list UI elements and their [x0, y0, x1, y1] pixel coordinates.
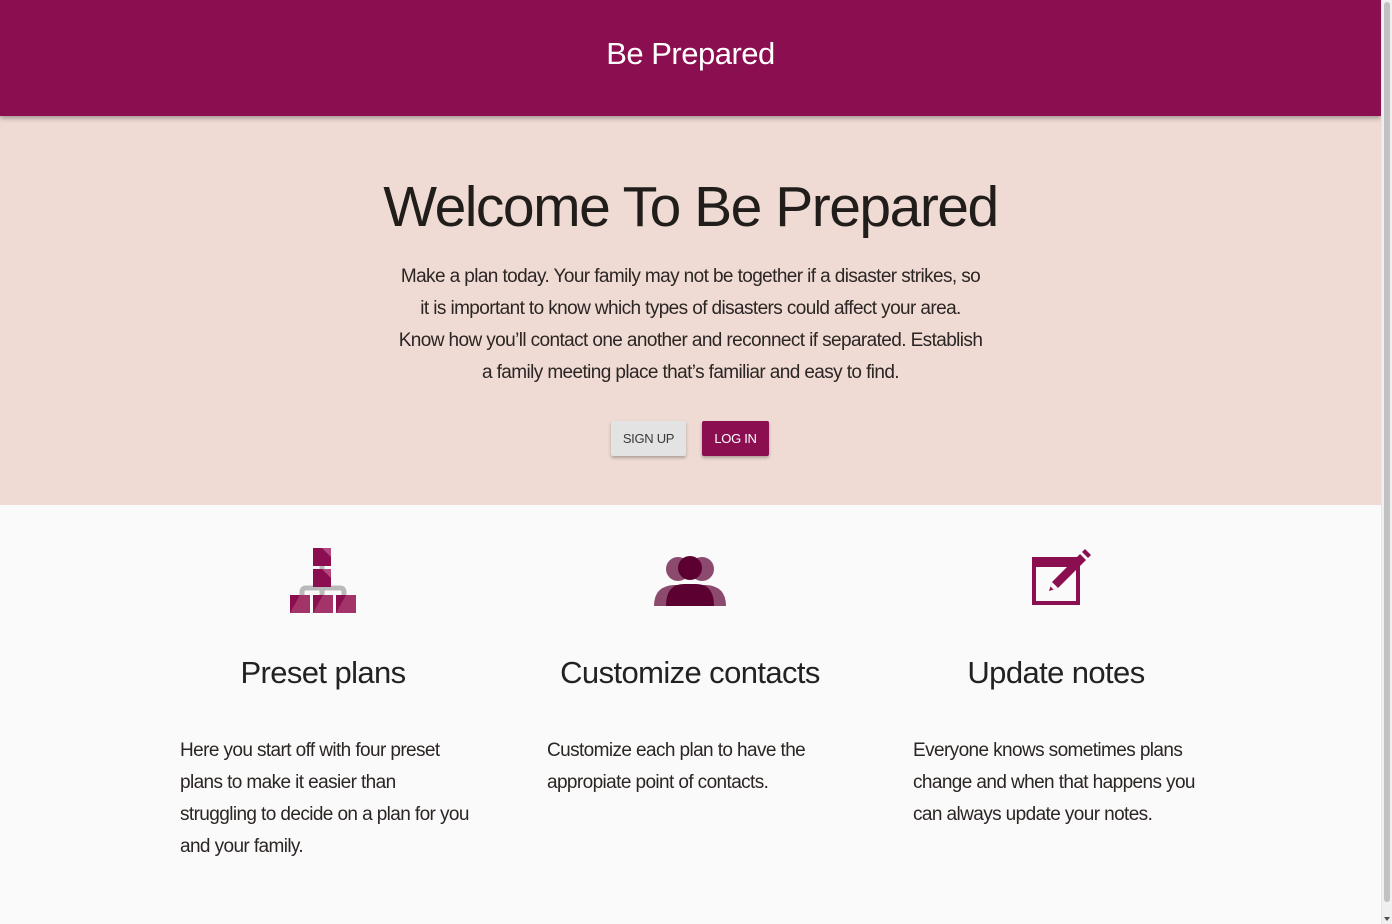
log-in-button[interactable]: Log in — [702, 421, 769, 456]
feature-text: Customize each plan to have the appropia… — [547, 740, 806, 793]
top-app-bar: Be Prepared — [0, 0, 1381, 116]
sign-up-button[interactable]: Sign up — [611, 421, 686, 456]
group-people-icon — [654, 556, 726, 606]
brand-title[interactable]: Be Prepared — [0, 36, 1381, 72]
feature-text: Here you start off with four preset plan… — [180, 740, 469, 857]
scrollbar-thumb[interactable] — [1384, 2, 1390, 902]
hierarchy-blocks-icon — [290, 548, 356, 613]
feature-title: Preset plans — [240, 655, 406, 690]
hero-title: Welcome To Be Prepared — [383, 175, 999, 239]
hero-section: Welcome To Be Prepared Make a plan today… — [0, 116, 1381, 505]
hero-description: Make a plan today. Your family may not b… — [398, 266, 983, 383]
page: Be Prepared Welcome To Be Prepared Make … — [0, 0, 1381, 924]
feature-title: Customize contacts — [560, 655, 820, 690]
feature-title: Update notes — [967, 655, 1145, 690]
vertical-scrollbar[interactable] — [1381, 0, 1392, 924]
feature-text: Everyone knows sometimes plans change an… — [913, 740, 1195, 825]
scroll-down-arrow-icon[interactable] — [1384, 917, 1390, 921]
edit-note-icon — [1032, 549, 1091, 605]
